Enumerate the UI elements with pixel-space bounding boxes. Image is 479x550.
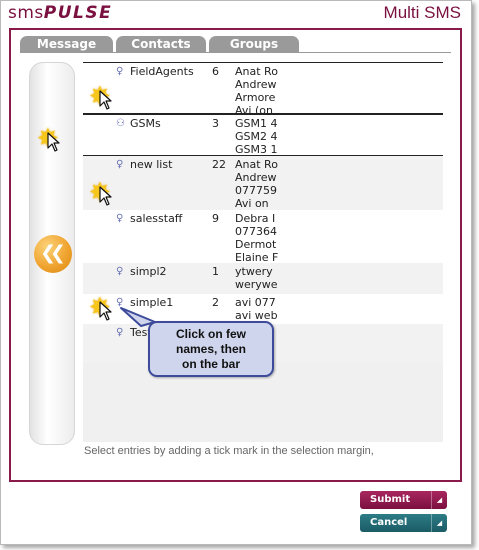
double-chevron-left-icon[interactable]: ❮❮: [34, 235, 72, 273]
member-list: Anat Ro Andrew 077759 Avi on: [235, 158, 283, 210]
list-item[interactable]: ⚇ GSMs 3 GSM1 4 GSM2 4 GSM3 1: [83, 114, 443, 156]
person-icon: ♀: [116, 66, 124, 77]
member-count: 1: [212, 265, 219, 278]
member-list: GSM1 4 GSM2 4 GSM3 1: [235, 117, 283, 156]
member-entry: Debra I: [235, 212, 276, 225]
logo-suffix: PULSE: [43, 3, 113, 23]
click-indicator-cursor-icon: ✸: [89, 84, 119, 116]
instruction-callout: Click on few names, then on the bar: [148, 321, 274, 377]
person-icon: ♀: [116, 213, 124, 224]
cancel-button[interactable]: Cancel ◢: [360, 514, 447, 532]
member-count: 9: [212, 212, 219, 225]
group-name: new list: [130, 158, 173, 171]
group-name: GSMs: [130, 117, 161, 130]
main-panel: Message Contacts Groups ❮❮ ♀ FieldAgents 6…: [9, 28, 462, 482]
cancel-label: Cancel: [370, 517, 408, 528]
tab-contacts[interactable]: Contacts: [116, 36, 206, 53]
member-entry: GSM2 4: [235, 130, 278, 143]
member-list: Debra I 077364 Dermot Elaine F: [235, 212, 283, 264]
selection-hint: Select entries by adding a tick mark in …: [84, 445, 374, 457]
list-item[interactable]: ♀ simpl2 1 ytwery werywe: [83, 263, 443, 294]
click-indicator-cursor-icon: ✸: [37, 126, 67, 158]
tab-divider: [20, 52, 451, 53]
member-count: 6: [212, 65, 219, 78]
person-icon: ♀: [116, 327, 124, 338]
member-count: 22: [212, 158, 226, 171]
header: smsPULSE Multi SMS: [1, 1, 471, 25]
tab-groups[interactable]: Groups: [209, 36, 299, 53]
member-entry: avi 077: [235, 296, 276, 309]
member-list: avi 077 avi web: [235, 296, 283, 322]
tab-message[interactable]: Message: [20, 36, 113, 53]
member-entry: Dermot: [235, 238, 277, 251]
member-count: 3: [212, 117, 219, 130]
member-entry: werywe: [235, 278, 278, 291]
list-item[interactable]: ♀ new list 22 Anat Ro Andrew 077759 Avi on: [83, 156, 443, 210]
member-entry: Avi on: [235, 197, 269, 210]
dropdown-arrow-icon: ◢: [431, 491, 447, 509]
callout-line-1: Click on few: [175, 327, 246, 341]
person-icon: ♀: [116, 159, 124, 170]
logo-prefix: sms: [8, 3, 44, 23]
click-indicator-cursor-icon: ✸: [89, 180, 119, 212]
member-entry: 077364: [235, 225, 277, 238]
group-name: salesstaff: [130, 212, 183, 225]
smspulse-logo: smsPULSE: [8, 3, 112, 23]
callout-line-2: names, then: [175, 342, 247, 356]
selection-bar[interactable]: ❮❮: [29, 62, 75, 445]
member-entry: Andrew: [235, 171, 277, 184]
member-entry: GSM3 1: [235, 143, 278, 156]
member-list: Anat Ro Andrew Armore Avi (on: [235, 65, 283, 117]
person-icon: ♀: [116, 266, 124, 277]
group-name: simpl2: [130, 265, 167, 278]
member-entry: Andrew: [235, 78, 277, 91]
member-entry: Armore: [235, 91, 276, 104]
group-name: FieldAgents: [130, 65, 194, 78]
group-icon: ⚇: [116, 118, 125, 129]
member-entry: GSM1 4: [235, 117, 278, 130]
arrow-cursor-icon: [47, 132, 60, 152]
dropdown-arrow-icon: ◢: [431, 514, 447, 532]
callout-line-3: on the bar: [181, 357, 240, 371]
arrow-cursor-icon: [99, 186, 112, 206]
member-list: ytwery werywe: [235, 265, 283, 291]
member-entry: 077759: [235, 184, 277, 197]
arrow-cursor-icon: [99, 301, 112, 321]
multi-sms-window: smsPULSE Multi SMS Message Contacts Grou…: [0, 0, 472, 545]
page-title: Multi SMS: [383, 3, 461, 22]
member-entry: Anat Ro: [235, 158, 278, 171]
member-count: 2: [212, 296, 219, 309]
click-indicator-cursor-icon: ✸: [89, 295, 119, 327]
member-entry: ytwery: [235, 265, 273, 278]
groups-list: ♀ FieldAgents 6 Anat Ro Andrew Armore Avi (on ⚇…: [83, 62, 443, 442]
list-item[interactable]: ♀ salesstaff 9 Debra I 077364 Dermot Elaine F: [83, 210, 443, 264]
list-item[interactable]: ♀ FieldAgents 6 Anat Ro Andrew Armore Avi (on: [83, 62, 443, 117]
member-entry: Anat Ro: [235, 65, 278, 78]
submit-button[interactable]: Submit ◢: [360, 491, 447, 509]
submit-label: Submit: [370, 494, 411, 505]
arrow-cursor-icon: [99, 90, 112, 110]
